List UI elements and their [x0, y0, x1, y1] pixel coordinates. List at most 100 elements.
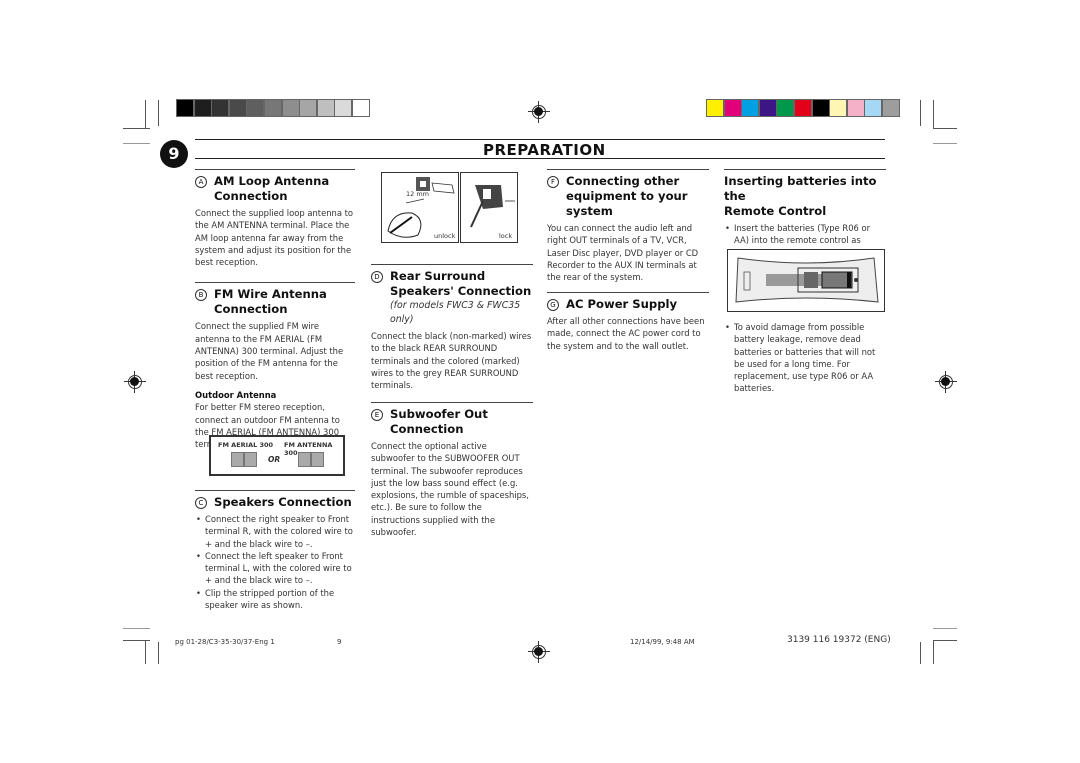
calibration-swatch: [882, 99, 900, 117]
section-letter-icon: F: [547, 176, 559, 188]
fm-antenna-terminal-figure: FM AERIAL 300 FM ANTENNA 300 OR: [209, 435, 345, 476]
section-rear-surround: D Rear Surround Speakers' Connection (fo…: [371, 264, 533, 391]
heading-line: equipment to your: [566, 189, 688, 203]
calibration-swatch: [334, 99, 353, 117]
crop-mark-br-h2: [933, 628, 957, 629]
calibration-swatch: [758, 99, 777, 117]
calibration-swatch: [741, 99, 760, 117]
section-am-loop-antenna: A AM Loop Antenna Connection Connect the…: [195, 169, 355, 268]
heading-line: Inserting batteries into the: [724, 174, 877, 203]
heading-line: Connection: [214, 189, 288, 203]
heading-line: Connection: [390, 422, 464, 436]
heading-line: system: [566, 204, 613, 218]
crop-mark-br-v: [933, 640, 934, 664]
list-item: Connect the left speaker to Front termin…: [196, 550, 355, 587]
section-heading: D Rear Surround Speakers' Connection: [371, 269, 533, 299]
calibration-swatch: [846, 99, 865, 117]
heading-line: Subwoofer Out: [390, 407, 488, 421]
section-body: Connect the black (non-marked) wires to …: [371, 331, 532, 391]
crop-mark-bl-h2: [123, 628, 150, 629]
section-rule: [547, 292, 709, 293]
section-letter-icon: D: [371, 271, 383, 283]
calibration-swatch: [211, 99, 230, 117]
terminal-icon: [298, 452, 311, 467]
calibration-swatch: [864, 99, 883, 117]
unlock-label: unlock: [434, 232, 456, 240]
section-rule: [371, 264, 533, 265]
heading-line: AM Loop Antenna: [214, 174, 330, 188]
crop-mark-tl-v2: [158, 100, 159, 126]
registration-mark-right-icon: [935, 371, 957, 393]
registration-mark-top-icon: [528, 101, 550, 123]
calibration-swatch: [281, 99, 300, 117]
section-heading: F Connecting other equipment to your sys…: [547, 174, 709, 219]
calibration-swatch: [352, 99, 370, 117]
fm-aerial-label: FM AERIAL 300: [218, 441, 274, 449]
crop-mark-tr-v: [933, 100, 934, 129]
footer-file-name: pg 01-28/C3-35-30/37-Eng 1: [175, 638, 275, 646]
calibration-swatch: [706, 99, 724, 117]
batteries-bullet-list-2: To avoid damage from possible battery le…: [724, 321, 886, 395]
remote-control-illustration: [735, 257, 879, 303]
speakers-bullet-list: Connect the right speaker to Front termi…: [195, 513, 355, 611]
list-item: Clip the stripped portion of the speaker…: [196, 587, 355, 612]
wire-unlock-figure: 12 mm unlock: [381, 172, 459, 243]
remote-control-battery-figure: [727, 249, 885, 312]
header-rule-bottom: [195, 158, 885, 159]
calibration-swatch: [228, 99, 247, 117]
section-rule: [195, 282, 355, 284]
calibration-swatch: [193, 99, 212, 117]
outdoor-antenna-subheading: Outdoor Antenna: [195, 389, 277, 400]
footer-page-number: 9: [337, 638, 342, 646]
section-letter-icon: E: [371, 409, 383, 421]
crop-mark-bl-v2: [158, 642, 159, 664]
section-rule: [195, 490, 355, 491]
heading-line: Connection: [214, 302, 288, 317]
crop-mark-tr-v2: [920, 100, 921, 126]
batteries-warning: To avoid damage from possible battery le…: [724, 318, 886, 395]
section-letter-icon: B: [195, 289, 207, 302]
page-title: PREPARATION: [483, 141, 606, 159]
heading-line: FM Wire Antenna: [214, 287, 327, 302]
crop-mark-br-v2: [920, 642, 921, 664]
section-rule: [195, 169, 355, 170]
list-item: Connect the right speaker to Front termi…: [196, 513, 355, 550]
measure-label: 12 mm: [406, 190, 430, 198]
section-body: Connect the optional active subwoofer to…: [371, 441, 529, 538]
section-letter-icon: G: [547, 299, 559, 311]
header-rule-top: [195, 139, 885, 140]
heading-line: Speakers Connection: [214, 495, 352, 509]
page-number-badge: 9: [160, 140, 188, 168]
wire-lock-figure: lock: [460, 172, 518, 243]
calibration-swatch: [811, 99, 830, 117]
section-heading: A AM Loop Antenna Connection: [195, 174, 355, 204]
section-letter-icon: C: [195, 497, 207, 509]
crop-mark-tl-v: [145, 100, 146, 129]
section-heading: Inserting batteries into the Remote Cont…: [724, 174, 886, 219]
heading-line: AC Power Supply: [566, 297, 678, 311]
registration-mark-left-icon: [124, 371, 146, 393]
calibration-swatch: [299, 99, 318, 117]
section-rule: [371, 402, 533, 403]
section-heading: C Speakers Connection: [195, 495, 355, 510]
section-body: Connect the supplied FM wire antenna to …: [195, 321, 344, 381]
section-rule: [724, 169, 886, 170]
heading-line: Speakers' Connection: [390, 284, 532, 298]
section-letter-icon: A: [195, 176, 207, 188]
calibration-swatch: [829, 99, 848, 117]
calibration-swatch: [176, 99, 194, 117]
section-connecting-other-equipment: F Connecting other equipment to your sys…: [547, 169, 709, 283]
section-body: After all other connections have been ma…: [547, 316, 705, 351]
section-fm-wire-antenna: B FM Wire Antenna Connection Connect the…: [195, 282, 355, 450]
calibration-swatch: [316, 99, 335, 117]
or-label: OR: [268, 455, 281, 464]
calibration-swatch: [246, 99, 265, 117]
section-heading: G AC Power Supply: [547, 297, 709, 312]
section-rule: [547, 169, 709, 170]
section-body: Connect the supplied loop antenna to the…: [195, 208, 354, 268]
terminal-icon: [231, 452, 244, 467]
section-subwoofer: E Subwoofer Out Connection Connect the o…: [371, 402, 533, 538]
heading-line: Remote Control: [724, 204, 827, 218]
calibration-swatch: [723, 99, 742, 117]
calibration-swatch: [776, 99, 795, 117]
